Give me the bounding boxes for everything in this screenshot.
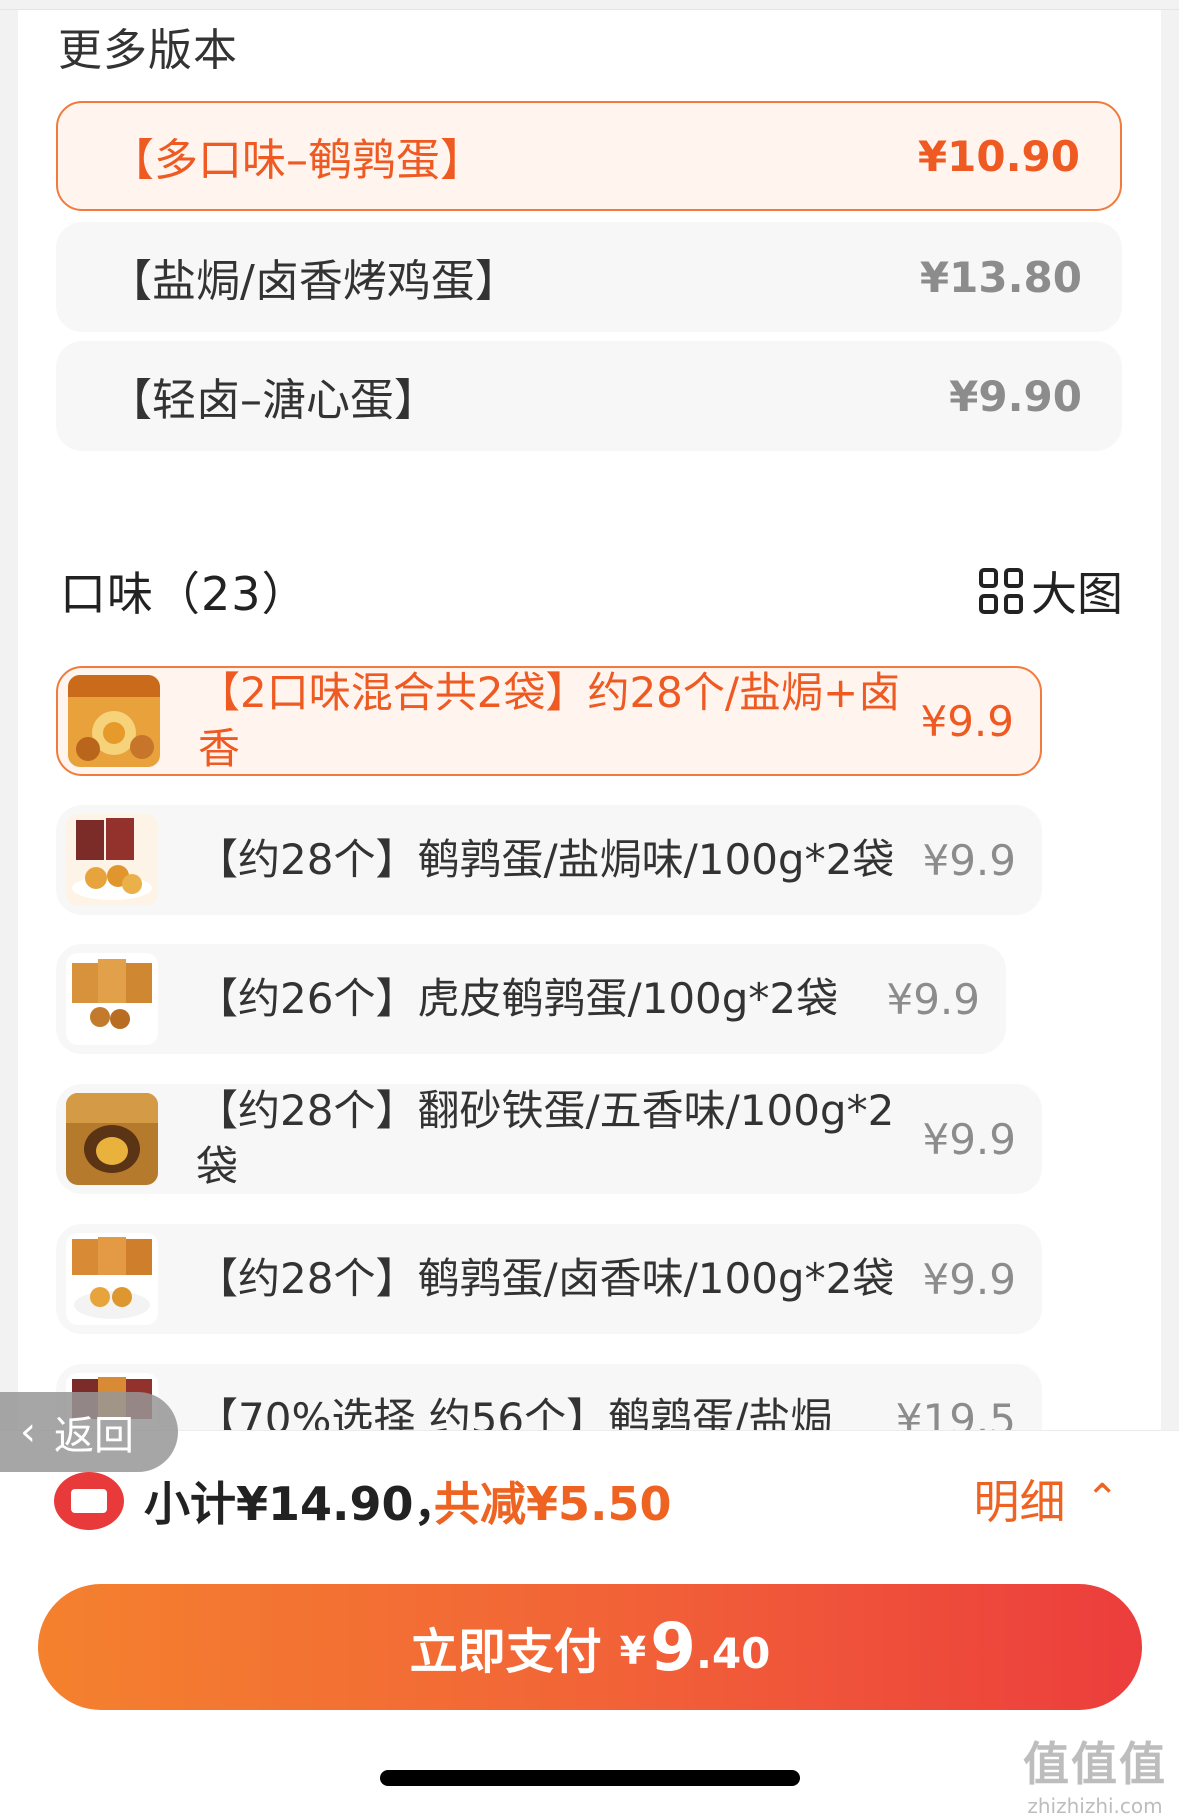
pay-label: 立即支付 (409, 1624, 602, 1680)
version-price: ¥13.80 (919, 252, 1082, 302)
chevron-left-icon: ‹ (20, 1409, 36, 1455)
chevron-up-icon: ⌃ (1085, 1476, 1119, 1522)
subtotal-text: 小计¥14.90， (144, 1477, 460, 1531)
product-thumbnail (66, 814, 158, 906)
flavor-name: 【约28个】鹌鹑蛋/卤香味/100g*2袋 (196, 1254, 895, 1303)
flavor-name: 【约26个】虎皮鹌鹑蛋/100g*2袋 (196, 974, 839, 1023)
flavor-name: 【约28个】鹌鹑蛋/盐焗味/100g*2袋 (196, 835, 895, 884)
flavors-title: 口味（23） (60, 567, 309, 621)
version-option-baked-egg[interactable]: 【盐焗/卤香烤鸡蛋】 ¥13.80 (56, 222, 1122, 332)
version-option-soft-egg[interactable]: 【轻卤–溏心蛋】 ¥9.90 (56, 341, 1122, 451)
product-thumbnail (68, 675, 160, 767)
grid-icon (979, 568, 1023, 614)
pay-amount-decimal: .40 (696, 1628, 771, 1678)
version-price: ¥9.90 (949, 371, 1082, 421)
flavor-option[interactable]: 【约28个】鹌鹑蛋/卤香味/100g*2袋 ¥9.9 (56, 1224, 1042, 1334)
versions-title: 更多版本 (58, 25, 238, 76)
flavor-name: 【2口味混合共2袋】约28个/盐焗+卤香 (198, 668, 901, 773)
flavor-option[interactable]: 【70%选择 约56个】鹌鹑蛋/盐焗 ¥19.5 (56, 1364, 1042, 1430)
site-watermark: 值值值 zhizhizhi.com (1023, 1728, 1167, 1814)
flavor-option[interactable]: 【约26个】虎皮鹌鹑蛋/100g*2袋 ¥9.9 (56, 944, 1006, 1054)
pay-now-button[interactable]: 立即支付 ¥ 9 .40 (38, 1584, 1142, 1710)
detail-label: 明细 (973, 1475, 1066, 1529)
pay-currency: ¥ (619, 1629, 647, 1673)
flavor-price: ¥9.9 (886, 974, 980, 1024)
product-thumbnail (66, 953, 158, 1045)
version-name: 【多口味–鹌鹑蛋】 (110, 135, 484, 186)
flavor-price: ¥19.5 (895, 1394, 1016, 1431)
back-button[interactable]: ‹ 返回 (0, 1392, 178, 1472)
back-label: 返回 (54, 1413, 134, 1459)
product-thumbnail (66, 1093, 158, 1185)
watermark-logo: 值值值 (1023, 1737, 1167, 1791)
version-name: 【轻卤–溏心蛋】 (108, 375, 438, 426)
flavor-price: ¥9.9 (920, 696, 1014, 746)
price-detail-toggle[interactable]: 明细 ⌃ (973, 1466, 1119, 1532)
flavor-option[interactable]: 【约28个】翻砂铁蛋/五香味/100g*2袋 ¥9.9 (56, 1084, 1042, 1194)
top-divider (0, 0, 1179, 10)
version-option-multi-flavor[interactable]: 【多口味–鹌鹑蛋】 ¥10.90 (56, 101, 1122, 211)
discount-text: 共减¥5.50 (434, 1477, 672, 1531)
flavor-price: ¥9.9 (922, 835, 1016, 885)
flavor-name: 【约28个】翻砂铁蛋/五香味/100g*2袋 (196, 1086, 895, 1191)
watermark-site: zhizhizhi.com (1027, 1794, 1163, 1814)
flavor-price: ¥9.9 (922, 1254, 1016, 1304)
big-view-label: 大图 (1031, 567, 1123, 621)
version-name: 【盐焗/卤香烤鸡蛋】 (108, 256, 519, 307)
home-indicator[interactable] (380, 1770, 800, 1786)
flavor-option[interactable]: 【约28个】鹌鹑蛋/盐焗味/100g*2袋 ¥9.9 (56, 805, 1042, 915)
flavor-option[interactable]: 【2口味混合共2袋】约28个/盐焗+卤香 ¥9.9 (56, 666, 1042, 776)
big-view-toggle[interactable]: 大图 (979, 558, 1123, 624)
sku-selector-sheet: 更多版本 【多口味–鹌鹑蛋】 ¥10.90 【盐焗/卤香烤鸡蛋】 ¥13.80 … (18, 10, 1161, 1430)
flavor-price: ¥9.9 (922, 1114, 1016, 1164)
pay-amount-integer: 9 (650, 1608, 696, 1686)
flavor-name: 【70%选择 约56个】鹌鹑蛋/盐焗 (196, 1394, 833, 1430)
product-thumbnail (66, 1233, 158, 1325)
version-price: ¥10.90 (917, 131, 1080, 181)
coupon-icon (54, 1472, 124, 1530)
